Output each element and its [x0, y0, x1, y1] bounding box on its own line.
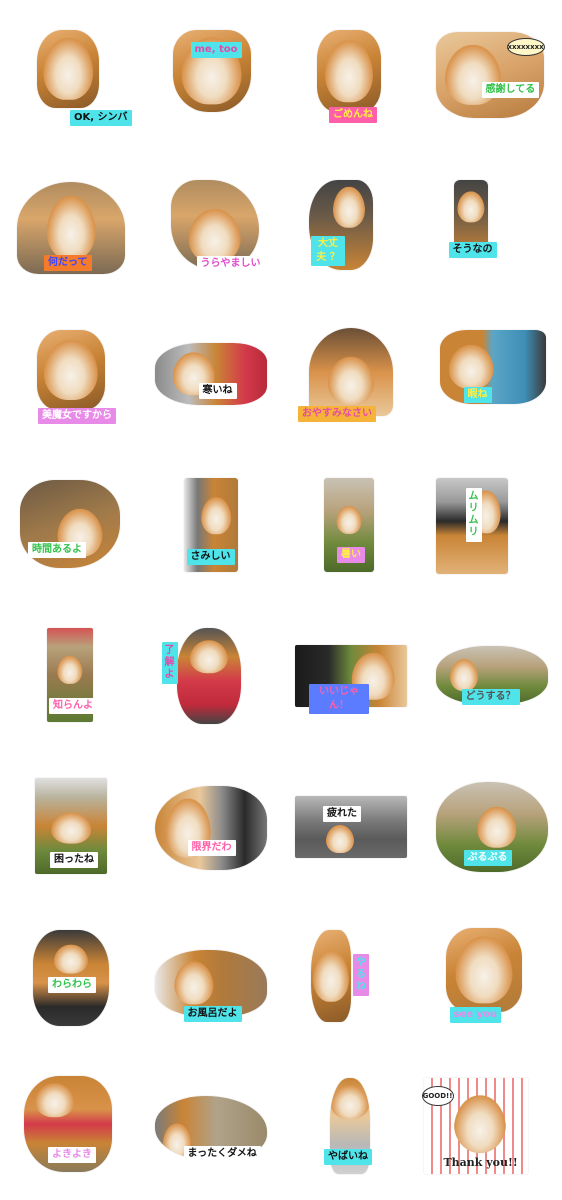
sticker-label: OK, シンバ [70, 110, 132, 126]
sticker-cell[interactable]: OK, シンバ [0, 0, 141, 150]
sticker-cell[interactable]: さみしい [141, 450, 282, 600]
sticker-cell[interactable]: 美魔女ですから [0, 300, 141, 450]
sticker-cell[interactable]: 知らんよ [0, 600, 141, 750]
sticker-label: そうなの [448, 242, 497, 258]
sticker-label: 限界だわ [187, 840, 236, 856]
sticker-label: うらやましい [196, 256, 265, 272]
sticker-cell[interactable]: 限界だわ [141, 750, 282, 900]
sticker-label: どうする？ [461, 689, 520, 705]
sticker-label: ムリムリ [465, 488, 482, 542]
sticker-label: 了解よ [161, 642, 178, 684]
speech-bubble: GOOD!! [421, 1086, 454, 1106]
sticker-cell[interactable]: 暑い [281, 450, 422, 600]
sticker-cell[interactable]: 大丈夫 ？ [281, 150, 422, 300]
sticker-cell[interactable]: 暇ね [422, 300, 562, 450]
sticker-cell[interactable]: me, too [141, 0, 282, 150]
sticker-cell[interactable]: 了解よ [141, 600, 282, 750]
sticker-cell[interactable]: まったくダメね [141, 1050, 282, 1200]
sticker-cell[interactable]: やばいね [281, 1050, 422, 1200]
sticker-label: 困ったね [50, 852, 98, 868]
sticker-label: 暇ね [463, 387, 492, 403]
sticker-cell[interactable]: やるね [281, 900, 422, 1050]
sticker-grid: OK, シンバ me, too ごめんね xxxxxxxx 感謝してる 何だって… [0, 0, 562, 1200]
sticker-label: 寒いね [198, 383, 237, 399]
sticker-cell[interactable]: 寒いね [141, 300, 282, 450]
sticker-cell[interactable]: 何だって [0, 150, 141, 300]
dog-photo [311, 930, 351, 1022]
sticker-cell[interactable]: see you [422, 900, 562, 1050]
sticker-label: いいじゃん！ [309, 684, 369, 714]
sticker-label: see you [449, 1007, 502, 1023]
sticker-label: 暑い [337, 547, 365, 563]
dog-photo [317, 30, 381, 112]
dog-photo [37, 330, 105, 410]
sticker-cell[interactable]: ムリムリ [422, 450, 562, 600]
sticker-label: おやすみなさい [298, 406, 376, 422]
sticker-label: さみしい [186, 549, 235, 565]
sticker-label: me, too [190, 42, 242, 58]
sticker-cell[interactable]: おやすみなさい [281, 300, 422, 450]
dog-photo [154, 786, 267, 870]
speech-bubble: xxxxxxxx [506, 38, 545, 56]
sticker-cell[interactable]: わらわら [0, 900, 141, 1050]
dog-photo [309, 328, 393, 416]
sticker-cell[interactable]: いいじゃん！ [281, 600, 422, 750]
sticker-label: 大丈夫 ？ [311, 236, 345, 266]
sticker-label: 何だって [44, 255, 92, 271]
dog-photo [176, 628, 241, 724]
sticker-label: ぷるぷる [463, 850, 512, 866]
dog-photo [37, 30, 99, 108]
sticker-label: 知らんよ [49, 698, 97, 714]
dog-photo [445, 928, 522, 1012]
sticker-cell[interactable]: どうする？ [422, 600, 562, 750]
sticker-cell[interactable]: お風呂だよ [141, 900, 282, 1050]
sticker-cell[interactable]: そうなの [422, 150, 562, 300]
sticker-label: やるね [353, 954, 369, 996]
sticker-cell[interactable]: ごめんね [281, 0, 422, 150]
sticker-label: お風呂だよ [183, 1006, 242, 1022]
sticker-cell[interactable]: GOOD!! Thank you!! [421, 1050, 562, 1200]
sticker-label: 感謝してる [481, 82, 540, 98]
sticker-label: 美魔女ですから [38, 408, 116, 424]
sticker-label: わらわら [48, 977, 96, 993]
sticker-label: やばいね [324, 1149, 372, 1165]
sticker-label: 時間あるよ [28, 542, 86, 558]
sticker-cell[interactable]: うらやましい [141, 150, 282, 300]
sticker-label: よきよき [48, 1147, 96, 1163]
sticker-cell[interactable]: ぷるぷる [422, 750, 562, 900]
sticker-label: まったくダメね [183, 1146, 261, 1162]
dog-photo [439, 330, 546, 404]
sticker-cell[interactable]: xxxxxxxx 感謝してる [422, 0, 562, 150]
sticker-cell[interactable]: 困ったね [0, 750, 141, 900]
sticker-label: Thank you!! [443, 1156, 518, 1169]
sticker-cell[interactable]: 時間あるよ [0, 450, 141, 600]
sticker-cell[interactable]: よきよき [0, 1050, 141, 1200]
sticker-label: 疲れた [323, 806, 361, 822]
sticker-label: ごめんね [329, 107, 377, 123]
sticker-cell[interactable]: 疲れた [281, 750, 422, 900]
